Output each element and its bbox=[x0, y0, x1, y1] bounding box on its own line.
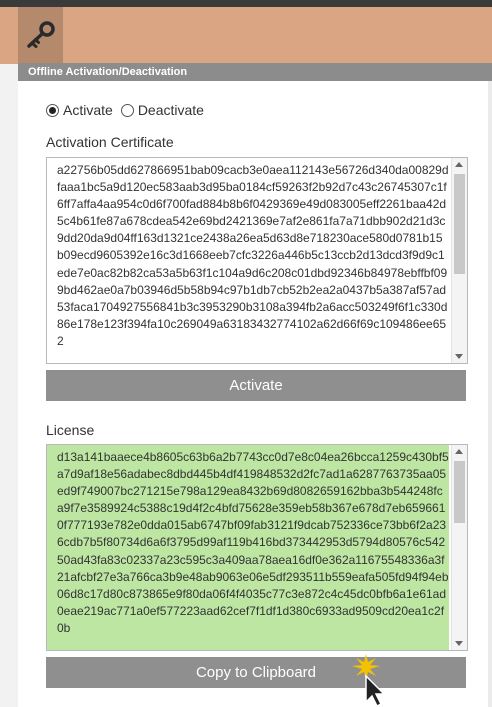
deactivate-radio[interactable] bbox=[120, 103, 134, 117]
app-header bbox=[0, 7, 492, 65]
license-scrollbar[interactable] bbox=[451, 445, 467, 650]
key-button[interactable] bbox=[18, 7, 63, 64]
scroll-down-icon[interactable] bbox=[455, 354, 463, 359]
panel-titlebar: Offline Activation/Deactivation bbox=[18, 63, 492, 81]
certificate-label: Activation Certificate bbox=[46, 134, 174, 150]
mouse-cursor-icon bbox=[352, 654, 386, 707]
license-textarea[interactable]: d13a141baaece4b8605c63b6a2b7743cc0d7e8c0… bbox=[46, 444, 468, 651]
license-text: d13a141baaece4b8605c63b6a2b7743cc0d7e8c0… bbox=[57, 450, 449, 635]
right-edge bbox=[488, 64, 492, 707]
panel-title: Offline Activation/Deactivation bbox=[28, 66, 188, 78]
copy-to-clipboard-button[interactable]: Copy to Clipboard bbox=[46, 657, 466, 688]
scroll-thumb[interactable] bbox=[454, 461, 465, 523]
mode-radio-group: Activate Deactivate bbox=[46, 102, 212, 118]
top-bar bbox=[0, 0, 492, 7]
scroll-up-icon[interactable] bbox=[455, 449, 463, 454]
deactivate-radio-label[interactable]: Deactivate bbox=[138, 102, 204, 118]
certificate-textarea[interactable]: a22756b05dd627866951bab09cacb3e0aea11214… bbox=[46, 157, 468, 364]
left-sidebar bbox=[0, 64, 18, 707]
certificate-text: a22756b05dd627866951bab09cacb3e0aea11214… bbox=[57, 163, 449, 348]
activate-radio-label[interactable]: Activate bbox=[63, 102, 113, 118]
key-icon bbox=[27, 21, 55, 48]
scroll-up-icon[interactable] bbox=[455, 162, 463, 167]
scroll-down-icon[interactable] bbox=[455, 641, 463, 646]
license-label: License bbox=[46, 422, 95, 438]
certificate-scrollbar[interactable] bbox=[451, 158, 467, 363]
activate-radio[interactable] bbox=[46, 103, 59, 117]
activate-button[interactable]: Activate bbox=[46, 370, 466, 401]
scroll-thumb[interactable] bbox=[454, 174, 465, 274]
